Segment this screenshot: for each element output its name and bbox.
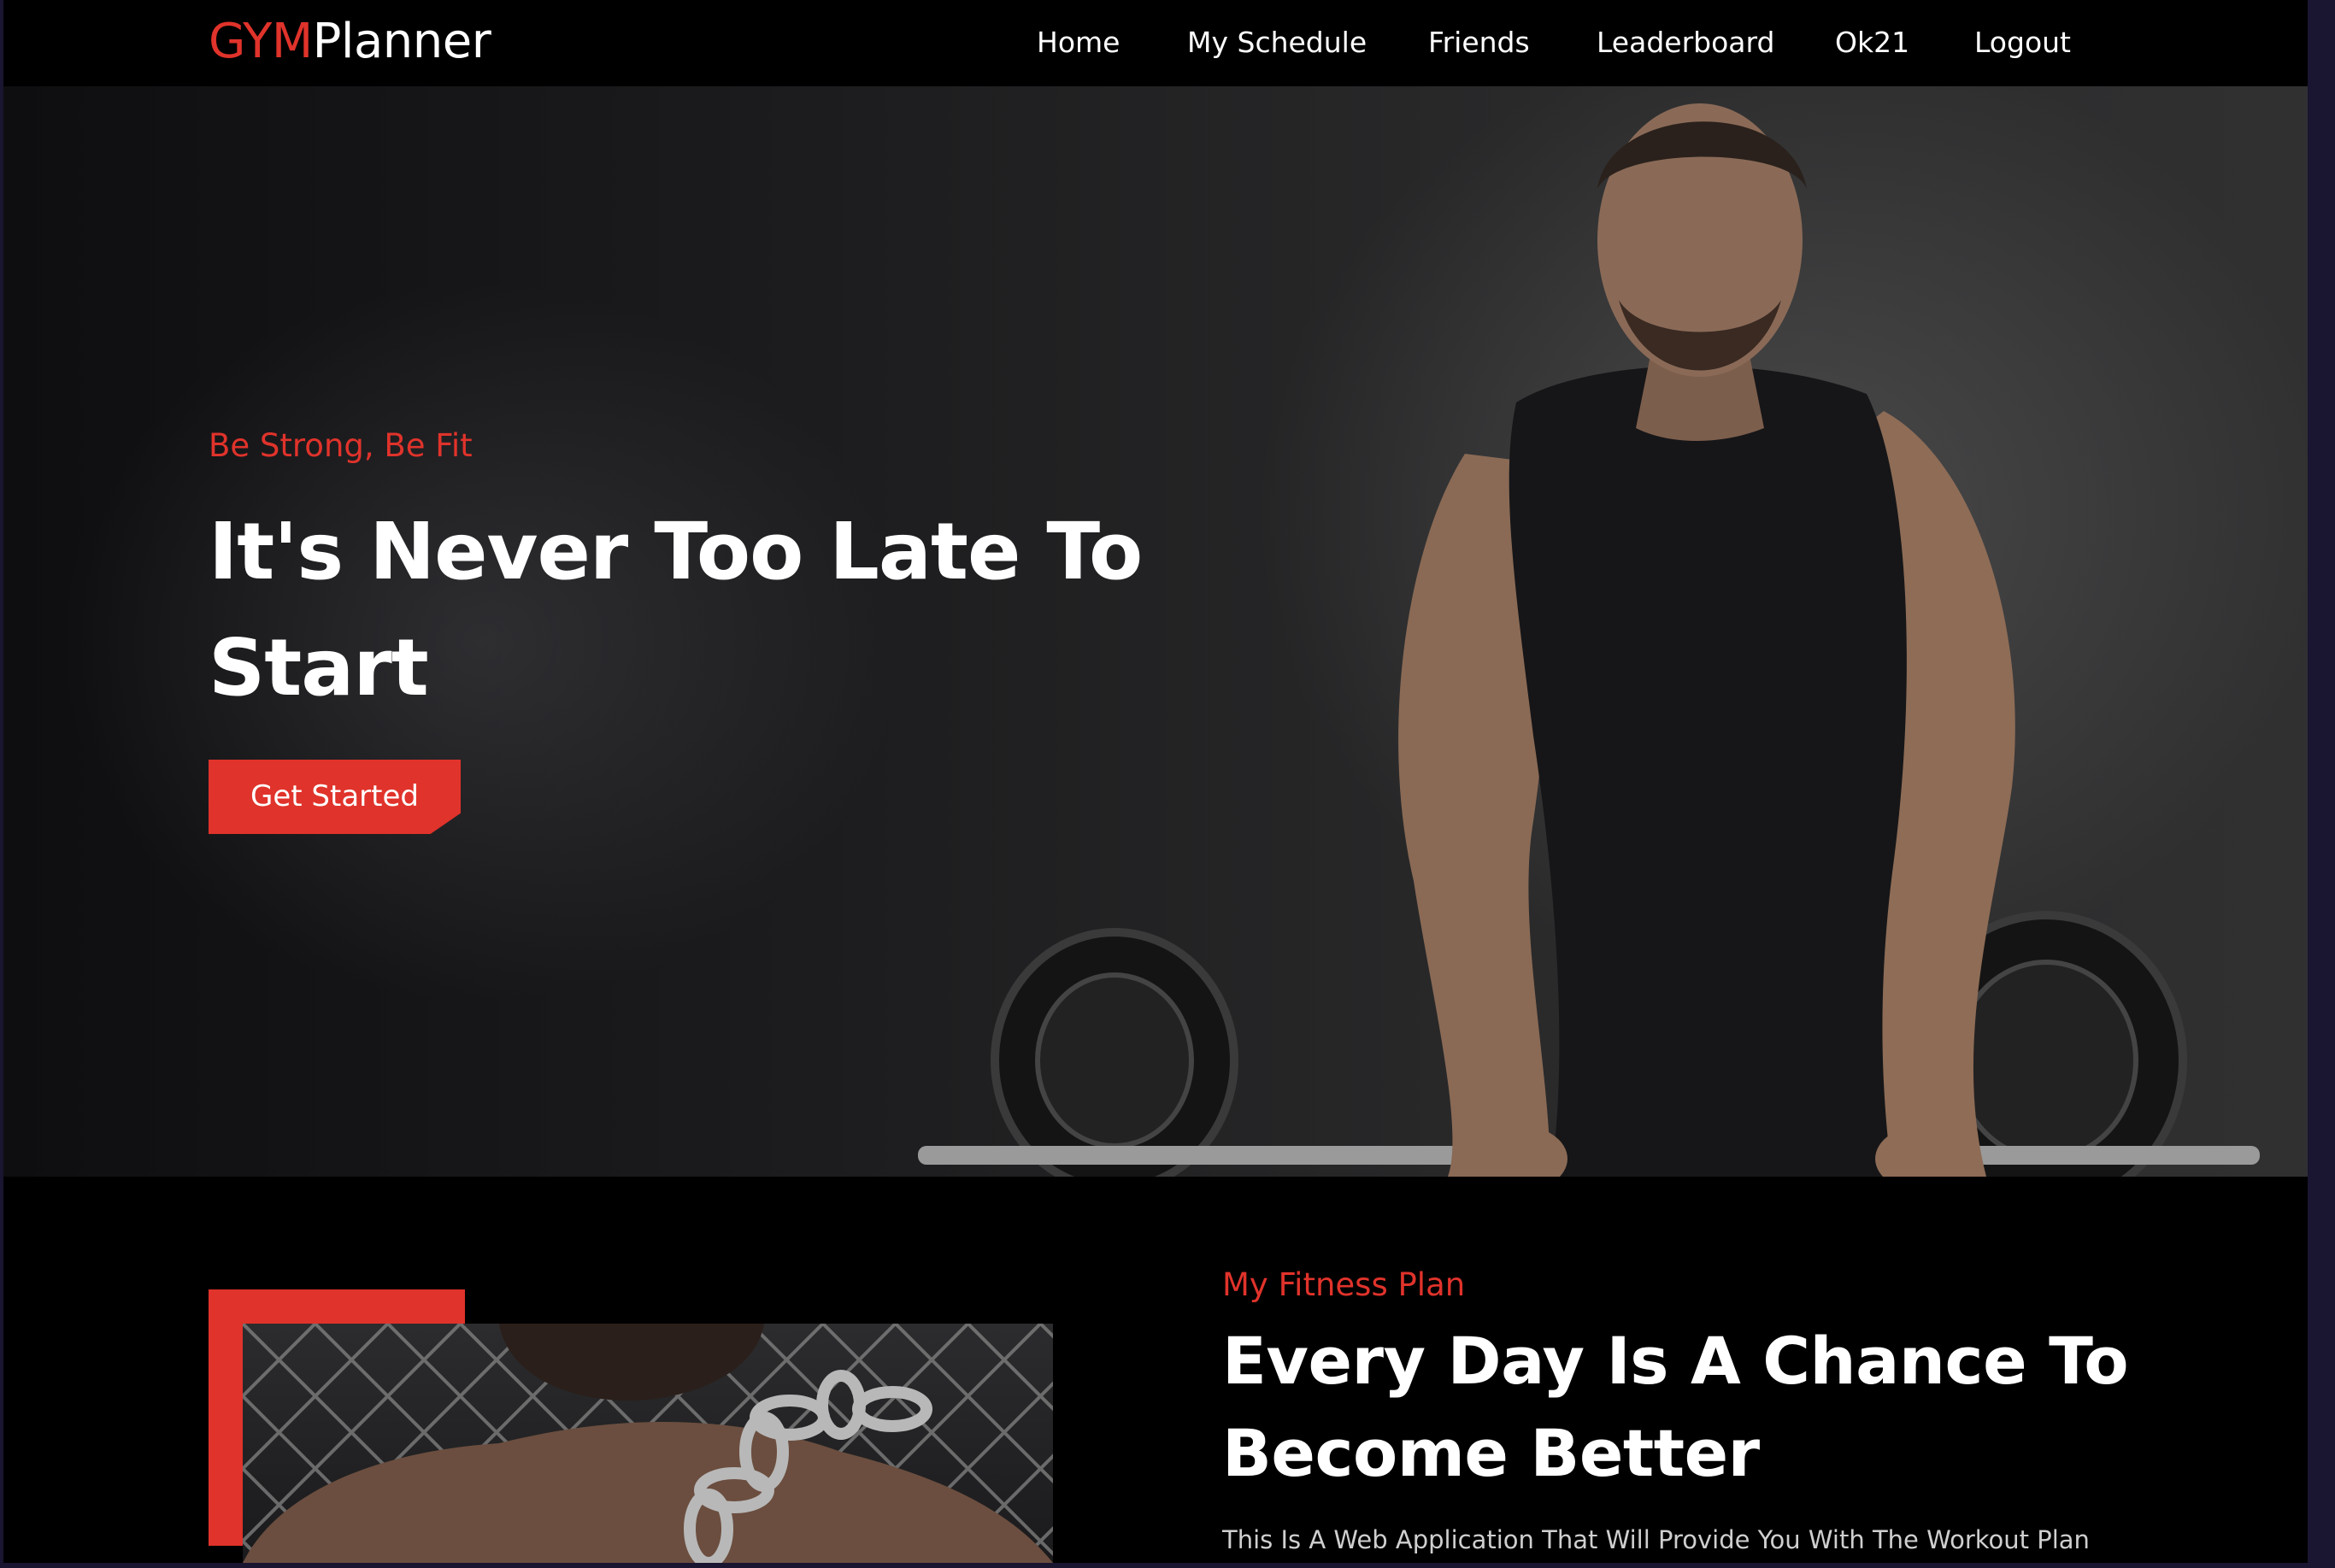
fitness-plan-section: My Fitness Plan Every Day Is A Chance To… — [3, 1177, 2308, 1563]
image-frame-accent-top — [209, 1289, 465, 1324]
nav-link-my-schedule[interactable]: My Schedule — [1187, 21, 1367, 65]
nav-link-user-profile[interactable]: Ok21 — [1835, 21, 1909, 65]
hero-tagline: Be Strong, Be Fit — [209, 427, 473, 464]
section-title: Every Day Is A Chance To Become Better — [1222, 1323, 2129, 1491]
nav-link-home[interactable]: Home — [1037, 21, 1120, 65]
image-frame-accent — [209, 1289, 243, 1546]
page-viewport: GYMPlanner Home My Schedule Friends Lead… — [3, 0, 2308, 1563]
hero-banner: Be Strong, Be Fit It's Never Too Late To… — [3, 86, 2308, 1177]
main-nav: Home My Schedule Friends Leaderboard Ok2… — [3, 21, 2308, 65]
fitness-plan-text: My Fitness Plan Every Day Is A Chance To… — [1222, 1177, 2248, 1563]
hero-title: It's Never Too Late To Start — [209, 506, 1143, 714]
section-description: This Is A Web Application That Will Prov… — [1222, 1525, 2090, 1554]
section-tagline: My Fitness Plan — [1222, 1266, 1466, 1303]
hero-content: Be Strong, Be Fit It's Never Too Late To… — [209, 86, 1234, 1177]
top-navbar: GYMPlanner Home My Schedule Friends Lead… — [3, 0, 2308, 86]
nav-link-logout[interactable]: Logout — [1974, 21, 2071, 65]
nav-link-friends[interactable]: Friends — [1428, 21, 1530, 65]
chain-athlete-image — [243, 1324, 1053, 1563]
get-started-button[interactable]: Get Started — [209, 760, 461, 834]
nav-link-leaderboard[interactable]: Leaderboard — [1597, 21, 1774, 65]
